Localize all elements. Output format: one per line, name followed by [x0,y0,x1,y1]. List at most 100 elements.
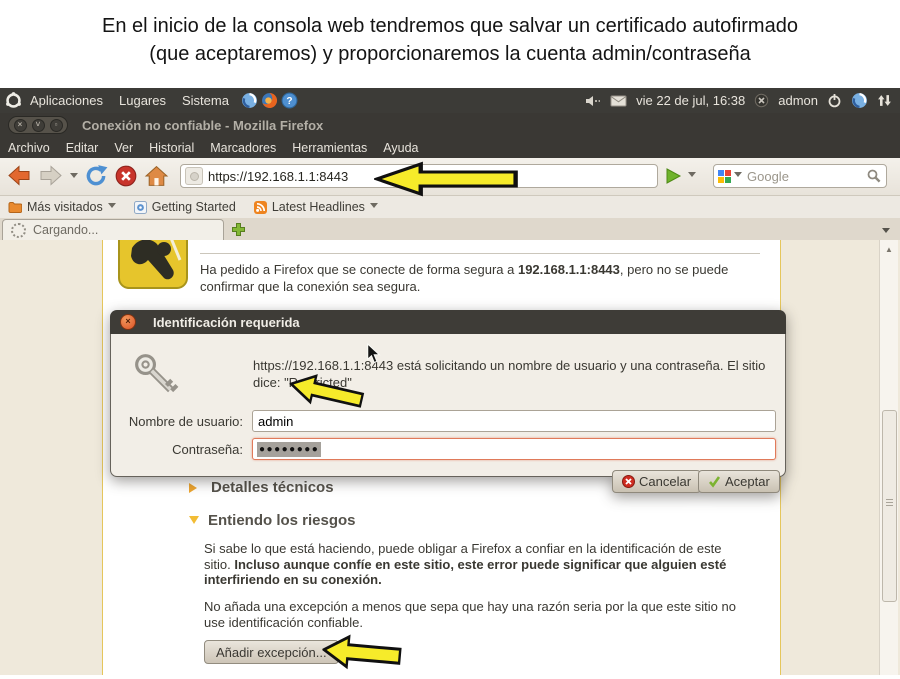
menu-editar[interactable]: Editar [58,141,107,155]
menu-historial[interactable]: Historial [141,141,202,155]
cancel-x-icon [622,475,635,488]
url-bar[interactable]: https://192.168.1.1:8443 [180,164,658,188]
search-bar[interactable]: Google [713,164,887,188]
dialog-title: Identificación requerida [153,315,300,330]
window-controls: × ˅ ▫ [8,116,68,134]
caption-line-1: En el inicio de la consola web tendremos… [0,15,900,38]
rss-icon [254,201,267,214]
menu-ver[interactable]: Ver [106,141,141,155]
search-engine-dropdown-icon[interactable] [734,172,742,181]
folder-icon [8,201,22,213]
dialog-close-button[interactable]: × [120,314,136,330]
back-button[interactable] [6,163,32,188]
svg-text:?: ? [286,96,292,107]
password-input[interactable]: ●●●●●●●● [252,438,776,460]
bookmark-getting-started[interactable]: Getting Started [134,200,236,214]
panel-username[interactable]: admon [778,93,818,108]
ubuntu-logo-icon[interactable] [5,92,22,109]
section-label[interactable]: Entiendo los riesgos [208,512,356,529]
bookmark-label[interactable]: Getting Started [152,200,236,214]
bookmarks-toolbar: Más visitados Getting Started Latest Hea… [0,196,900,218]
getting-started-icon [134,201,147,214]
intro-host: 192.168.1.1:8443 [518,262,620,277]
tab-title: Cargando... [33,223,98,237]
password-label: Contraseña: [111,442,243,457]
auth-dialog: × Identificación requerida https://192.1… [110,310,786,478]
section-label[interactable]: Detalles técnicos [211,479,334,496]
exception-paragraph: No añada una excepción a menos que sepa … [204,599,749,630]
loading-spinner-icon [11,223,26,238]
collapsed-triangle-icon[interactable] [189,483,202,493]
go-button[interactable] [664,167,682,185]
go-dropdown-icon[interactable] [688,172,696,181]
menu-marcadores[interactable]: Marcadores [202,141,284,155]
ubuntu-panel: Aplicaciones Lugares Sistema ? vie 22 de… [0,88,900,113]
username-input[interactable]: admin [252,410,776,432]
intro-text: Ha pedido a Firefox que se conecte de fo… [200,262,518,277]
window-close-button[interactable]: × [14,119,27,132]
home-button[interactable] [144,164,169,188]
dialog-message: https://192.168.1.1:8443 está solicitand… [253,358,793,391]
warning-intro-text: Ha pedido a Firefox que se conecte de fo… [200,262,758,295]
key-icon [133,352,179,398]
caption-line-2: (que aceptaremos) y proporcionaremos la … [0,43,900,66]
cancel-label: Cancelar [639,474,691,489]
site-favicon [185,167,203,185]
password-value-selected: ●●●●●●●● [257,442,321,457]
expanded-triangle-icon[interactable] [189,516,199,529]
menu-ayuda[interactable]: Ayuda [375,141,426,155]
scroll-up-arrow[interactable]: ▲ [880,245,898,254]
chevron-down-icon[interactable] [370,203,378,212]
menu-sistema[interactable]: Sistema [174,93,237,108]
panel-clock[interactable]: vie 22 de jul, 16:38 [636,93,745,108]
untrusted-connection-warning-icon [118,240,188,290]
launcher-swirl-icon[interactable] [241,92,258,109]
search-magnifier-icon[interactable] [867,169,881,183]
risk-text-bold: Incluso aunque confíe en este sitio, est… [204,557,726,588]
power-icon[interactable] [827,93,842,108]
menu-lugares[interactable]: Lugares [111,93,174,108]
window-maximize-button[interactable]: ▫ [50,119,63,132]
reload-button[interactable] [84,164,108,188]
scrollbar-thumb[interactable] [882,410,897,602]
mail-envelope-icon[interactable] [610,95,627,107]
accept-check-icon [708,475,721,488]
url-text[interactable]: https://192.168.1.1:8443 [208,169,348,184]
user-status-icon[interactable] [754,93,769,108]
bookmark-label[interactable]: Latest Headlines [272,200,365,214]
network-traffic-icon[interactable] [877,94,892,107]
menu-aplicaciones[interactable]: Aplicaciones [22,93,111,108]
tab-bar: Cargando... [0,218,900,240]
launcher-help-icon[interactable]: ? [281,92,298,109]
username-value: admin [258,414,293,429]
search-placeholder[interactable]: Google [747,169,867,184]
section-understand-risks[interactable]: Entiendo los riesgos [189,511,356,529]
tab-loading[interactable]: Cargando... [2,219,224,240]
menu-archivo[interactable]: Archivo [0,141,58,155]
auth-dialog-titlebar: × Identificación requerida [110,310,786,334]
bookmark-most-visited[interactable]: Más visitados [8,200,116,214]
add-exception-button[interactable]: Añadir excepción... [204,640,339,664]
navigation-toolbar: https://192.168.1.1:8443 Google [0,158,900,196]
window-title: Conexión no confiable - Mozilla Firefox [82,118,323,133]
bookmark-latest-headlines[interactable]: Latest Headlines [254,200,378,214]
section-technical-details[interactable]: Detalles técnicos [189,479,334,496]
new-tab-button[interactable] [231,222,246,237]
bookmark-label[interactable]: Más visitados [27,200,103,214]
chevron-down-icon[interactable] [108,203,116,212]
divider [200,253,760,254]
window-minimize-button[interactable]: ˅ [32,119,45,132]
vertical-scrollbar[interactable]: ▲ [879,240,898,675]
launcher-firefox-icon[interactable] [261,92,278,109]
cancel-button[interactable]: Cancelar [612,470,701,493]
tab-list-dropdown-icon[interactable] [882,228,890,237]
forward-button[interactable] [38,163,64,188]
firefox-menubar: Archivo Editar Ver Historial Marcadores … [0,137,900,158]
tray-swirl-icon[interactable] [851,92,868,109]
volume-muted-icon[interactable] [585,95,601,107]
menu-herramientas[interactable]: Herramientas [284,141,375,155]
history-dropdown-icon[interactable] [70,173,78,182]
stop-button[interactable] [114,164,138,188]
accept-button[interactable]: Aceptar [698,470,780,493]
accept-label: Aceptar [725,474,770,489]
